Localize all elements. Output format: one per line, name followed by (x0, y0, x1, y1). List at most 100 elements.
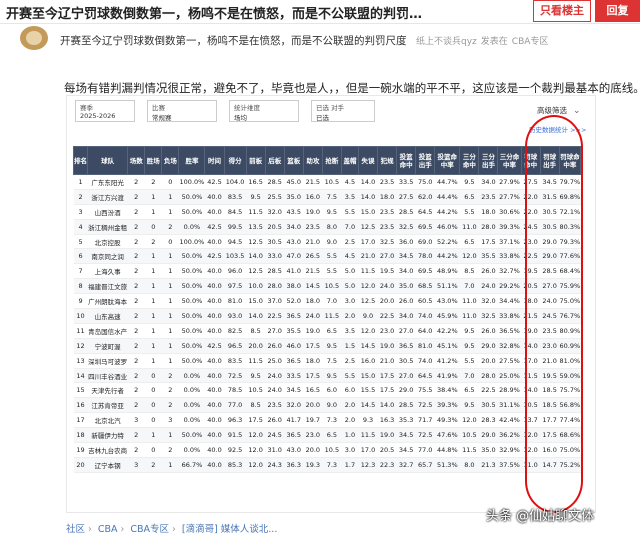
table-cell: 2 (144, 174, 162, 190)
column-header[interactable]: 罚球出手 (539, 146, 560, 175)
reply-button[interactable]: 回复 (595, 0, 640, 22)
column-header[interactable]: 场数 (127, 146, 146, 175)
breadcrumb-item-thread[interactable]: [滴滴哥] 媒体人谈北... (182, 524, 278, 535)
table-cell: 59.0% (559, 368, 581, 384)
column-header[interactable]: 得分 (223, 146, 247, 175)
breadcrumb-item-cba[interactable]: CBA (98, 524, 118, 535)
table-cell: 23.5 (377, 204, 397, 220)
column-header[interactable]: 时间 (204, 146, 225, 175)
table-cell: 9.0 (322, 397, 342, 414)
table-row: 20 辽宁本钢 3 2 1 66.7% 40.0 85.3 12.0 24.3 36.3 19.3 7.… (73, 457, 581, 473)
table-cell: 19.0 (377, 338, 397, 354)
table-cell: 23.0 (521, 234, 541, 250)
table-cell: 64.0 (415, 323, 435, 339)
table-cell: 2 (161, 397, 179, 414)
breadcrumb-item-cba-board[interactable]: CBA专区 (130, 524, 169, 535)
table-cell: 2 (127, 204, 145, 220)
stat-dimension-filter[interactable]: 统计维度 场均 (229, 100, 299, 122)
column-header[interactable]: 排名 (72, 146, 89, 175)
table-row: 5 北京控股 2 2 0 100.0% 40.0 94.5 12.5 30.5 43.0 21.0 9.… (73, 234, 581, 250)
avatar[interactable] (20, 26, 48, 50)
table-row: 16 江苏肯帝亚 2 0 2 0.0% 40.0 77.0 8.5 23.5 32.0 20.0 9.0… (73, 397, 581, 414)
table-cell: 42.5 (204, 248, 225, 265)
table-cell: 20.0 (246, 338, 266, 354)
table-cell: 40.0 (204, 293, 225, 310)
table-cell: 23.5 (265, 397, 285, 414)
table-cell: 50.0% (178, 278, 205, 295)
table-cell: 32.0 (265, 204, 285, 220)
column-header[interactable]: 盖帽 (340, 146, 360, 175)
game-type-filter[interactable]: 比赛 常规赛 (147, 100, 217, 122)
breadcrumb-item-community[interactable]: 社区 (66, 524, 85, 535)
table-cell: 40.0 (204, 368, 225, 384)
column-header[interactable]: 胜场 (144, 146, 163, 175)
op-only-button[interactable]: 只看楼主 (533, 0, 591, 22)
column-header[interactable]: 罚球命中率 (558, 146, 582, 175)
table-cell: 50.0% (178, 189, 205, 205)
table-cell: 17.5 (246, 412, 266, 429)
table-cell: 104.0 (224, 174, 247, 190)
column-header[interactable]: 投篮命中 (396, 146, 417, 175)
table-row: 4 浙江稠州金租 2 0 2 0.0% 42.5 99.5 13.5 20.5 34.0 23.5 8.… (73, 219, 581, 235)
column-header[interactable]: 三分命中 (459, 146, 480, 175)
column-header[interactable]: 助攻 (302, 146, 323, 175)
table-cell: 24.3 (265, 457, 285, 473)
table-cell: 44.7% (434, 174, 460, 190)
table-cell: 5.5 (459, 204, 479, 220)
table-cell: 1.0 (341, 427, 359, 444)
table-cell: 2 (127, 189, 145, 205)
post-title[interactable]: 开赛至今辽宁罚球数倒数第一，杨鸣不是在愤怒，而是不公联盟的判罚尺度 (60, 33, 407, 48)
table-cell: 10.5 (459, 427, 479, 444)
table-cell: 17.5 (540, 427, 560, 444)
history-link[interactable]: 历史数据统计 >>> (529, 124, 586, 134)
table-cell: 6.5 (322, 427, 342, 444)
table-cell: 41.0 (284, 263, 304, 280)
season-filter[interactable]: 赛季 2025-2026 (75, 100, 135, 122)
table-cell: 35.3 (396, 412, 416, 429)
table-cell: 79.3% (559, 234, 581, 250)
column-header[interactable]: 投篮出手 (415, 146, 436, 175)
column-header[interactable]: 抢断 (321, 146, 342, 175)
table-cell: 23.0 (377, 323, 397, 339)
table-cell: 29.0 (540, 234, 560, 250)
table-cell: 13.7 (521, 412, 541, 429)
table-cell: 16.3 (377, 412, 397, 429)
table-cell: 0 (144, 397, 162, 414)
column-header[interactable]: 罚球命中 (520, 146, 541, 175)
table-cell: 4.5 (341, 248, 359, 265)
table-cell: 32.0 (284, 397, 304, 414)
table-cell: 2 (127, 397, 145, 414)
column-header[interactable]: 胜率 (178, 146, 206, 175)
table-cell: 2 (127, 293, 145, 310)
column-header[interactable]: 失误 (357, 146, 379, 175)
table-cell: 14.0 (246, 308, 266, 324)
table-cell: 33.5 (284, 368, 304, 384)
column-header[interactable]: 犯规 (377, 146, 398, 175)
table-cell: 24.0 (377, 278, 397, 295)
table-cell: 16.0 (358, 353, 378, 369)
column-header[interactable]: 负场 (161, 146, 180, 175)
column-header[interactable]: 投篮命中率 (434, 146, 461, 175)
post-description: 每场有错判漏判情况很正常，避免不了，毕竟也是人，，但是一碗水端的平不平，这应该是… (64, 81, 640, 95)
table-cell: 83.5 (224, 353, 247, 369)
table-cell: 29.0 (540, 248, 560, 265)
team-name-cell: 浙江方兴渡 (87, 189, 128, 205)
column-header[interactable]: 后板 (264, 146, 285, 175)
table-cell: 45.0 (284, 174, 304, 190)
table-cell: 23.5 (377, 219, 397, 235)
column-header[interactable]: 三分命中率 (497, 146, 522, 175)
board-link[interactable]: CBA专区 (512, 37, 549, 47)
table-cell: 29.2% (497, 278, 522, 295)
column-header[interactable]: 前板 (245, 146, 266, 175)
table-cell: 2 (127, 263, 145, 280)
column-header[interactable]: 篮板 (283, 146, 304, 175)
table-cell: 3 (127, 412, 145, 429)
opponent-filter[interactable]: 已选 对手 已选 (311, 100, 375, 122)
advanced-filter-toggle[interactable]: 高级筛选 ⌄ (537, 105, 581, 116)
table-cell: 76.7% (559, 308, 581, 324)
column-header[interactable]: 球队 (87, 146, 129, 175)
table-cell: 81.0 (224, 293, 247, 310)
table-cell: 15.0 (358, 368, 378, 384)
column-header[interactable]: 三分出手 (478, 146, 499, 175)
author-name[interactable]: 纸上不谈兵qyz (416, 37, 477, 47)
